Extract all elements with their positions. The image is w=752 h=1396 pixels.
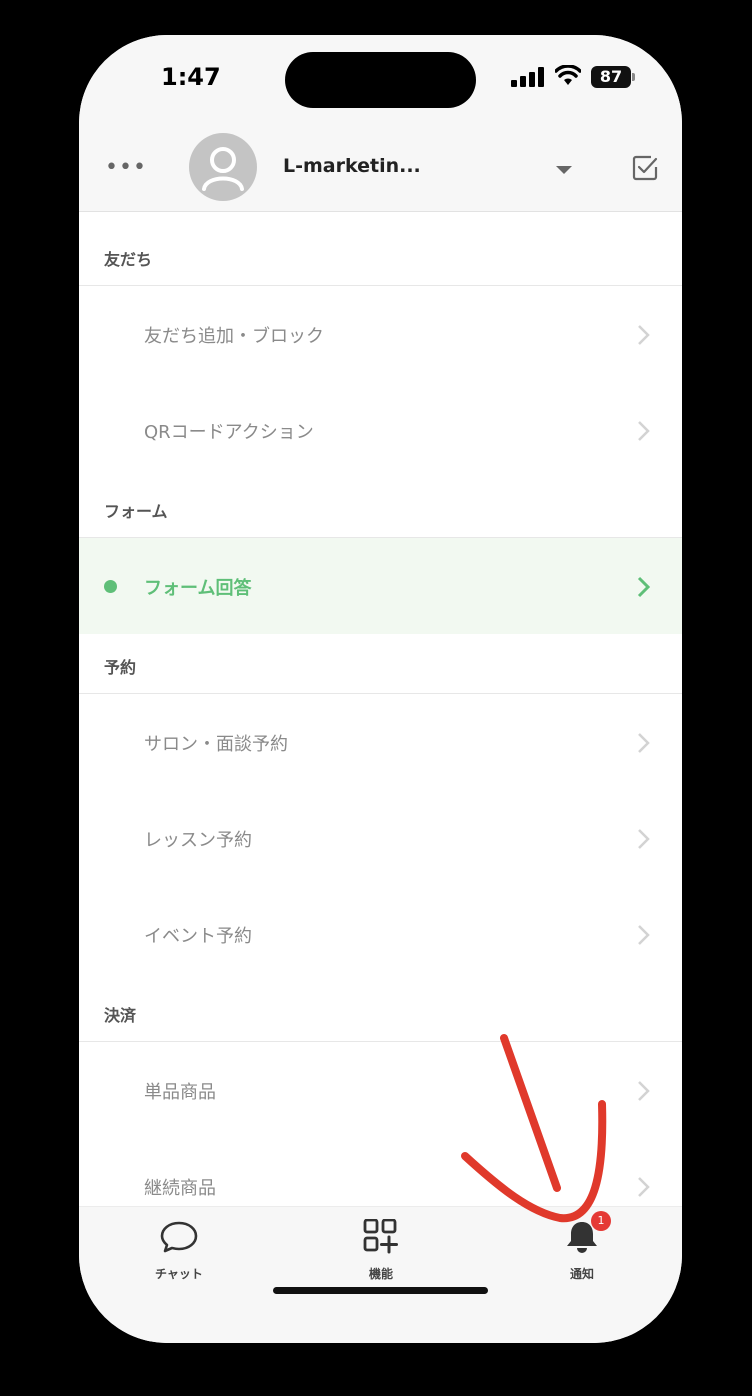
chevron-right-icon xyxy=(638,1177,650,1197)
grid-plus-icon xyxy=(363,1219,398,1254)
account-name[interactable]: L-marketin... xyxy=(283,155,421,177)
bottom-tab-bar: チャット 機能 1 通知 xyxy=(79,1206,682,1343)
chat-bubble-icon xyxy=(160,1221,198,1253)
section-title: フォーム xyxy=(104,502,168,521)
user-icon xyxy=(202,147,244,191)
checkbox-edit-icon[interactable] xyxy=(632,155,658,181)
tab-notifications[interactable]: 1 通知 xyxy=(522,1211,642,1282)
menu-item-label: レッスン予約 xyxy=(144,830,252,851)
section-title: 予約 xyxy=(104,658,137,677)
menu-item-form-answers[interactable]: フォーム回答 xyxy=(79,538,682,634)
menu-item-label: サロン・面談予約 xyxy=(144,734,288,755)
menu-item-salon-reservation[interactable]: サロン・面談予約 xyxy=(79,694,682,790)
menu-item-friend-add-block[interactable]: 友だち追加・ブロック xyxy=(79,286,682,382)
phone-screen: 1:47 87 ••• L-marketin... 友だち 友だち追加・ブロック… xyxy=(79,35,682,1343)
menu-item-label: フォーム回答 xyxy=(144,578,252,599)
avatar[interactable] xyxy=(189,133,257,201)
menu-list: 友だち 友だち追加・ブロック QRコードアクション フォーム フォーム回答 予約… xyxy=(79,212,682,1206)
section-title: 友だち xyxy=(104,250,153,269)
active-indicator-dot xyxy=(104,580,117,593)
menu-item-label: 単品商品 xyxy=(144,1082,216,1103)
status-time: 1:47 xyxy=(161,63,221,91)
menu-item-qr-action[interactable]: QRコードアクション xyxy=(79,382,682,478)
notification-badge: 1 xyxy=(591,1211,611,1231)
chevron-right-icon xyxy=(638,421,650,441)
tab-label: チャット xyxy=(155,1267,203,1281)
more-menu-button[interactable]: ••• xyxy=(105,155,147,180)
menu-item-label: イベント予約 xyxy=(144,926,252,947)
chevron-right-icon xyxy=(638,1081,650,1101)
chevron-right-icon xyxy=(638,325,650,345)
menu-item-label: 友だち追加・ブロック xyxy=(144,326,324,347)
dynamic-island xyxy=(285,52,476,108)
battery-tip xyxy=(632,73,635,81)
menu-item-event-reservation[interactable]: イベント予約 xyxy=(79,886,682,982)
tab-label: 機能 xyxy=(368,1267,393,1281)
menu-item-subscription-product[interactable]: 継続商品 xyxy=(79,1138,682,1206)
status-bar: 1:47 87 xyxy=(79,35,682,125)
account-dropdown-icon[interactable] xyxy=(556,166,572,174)
battery-level: 87 xyxy=(591,66,631,88)
section-header: フォーム xyxy=(79,478,682,538)
wifi-icon xyxy=(555,65,581,85)
home-indicator[interactable] xyxy=(273,1287,488,1294)
section-header: 友だち xyxy=(79,212,682,286)
tab-chat[interactable]: チャット xyxy=(119,1219,239,1282)
tab-label: 通知 xyxy=(569,1267,594,1281)
menu-item-label: 継続商品 xyxy=(144,1178,216,1199)
menu-item-lesson-reservation[interactable]: レッスン予約 xyxy=(79,790,682,886)
chevron-right-icon xyxy=(638,829,650,849)
menu-item-single-product[interactable]: 単品商品 xyxy=(79,1042,682,1138)
chevron-right-icon xyxy=(638,925,650,945)
tab-features[interactable]: 機能 xyxy=(321,1219,441,1282)
section-title: 決済 xyxy=(104,1006,137,1025)
bell-icon-wrap: 1 xyxy=(562,1211,611,1255)
menu-item-label: QRコードアクション xyxy=(144,422,314,443)
chevron-right-icon xyxy=(637,576,650,598)
signal-icon xyxy=(511,67,544,87)
section-header: 決済 xyxy=(79,982,682,1042)
account-header: ••• L-marketin... xyxy=(79,125,682,212)
section-header: 予約 xyxy=(79,634,682,694)
chevron-right-icon xyxy=(638,733,650,753)
